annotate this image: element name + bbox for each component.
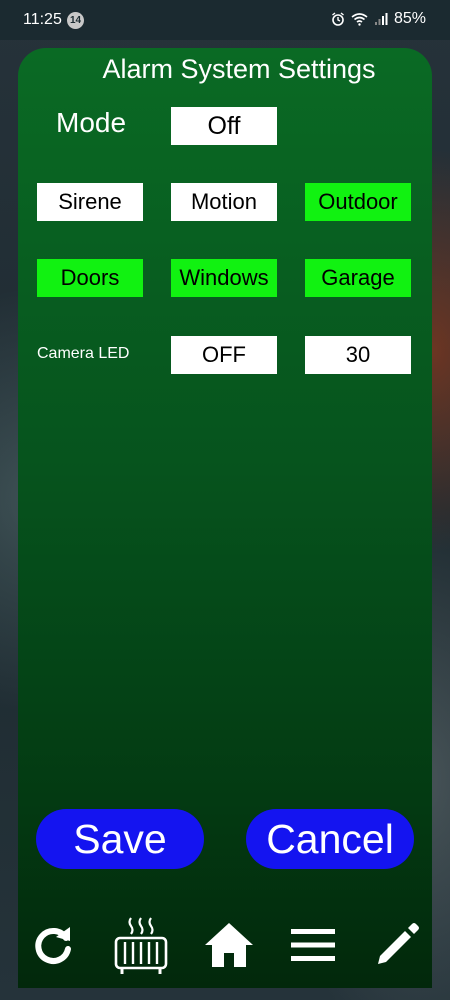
status-bar: 11:25 14 85% [0,0,450,40]
menu-icon [289,926,337,964]
save-button[interactable]: Save [36,809,204,869]
notification-count-badge: 14 [67,12,84,29]
heating-button[interactable] [113,910,169,980]
zone-toggle-doors[interactable]: Doors [37,259,143,297]
edit-button[interactable] [369,910,425,980]
page-title: Alarm System Settings [102,54,376,84]
pencil-icon [372,920,422,970]
zone-toggle-motion[interactable]: Motion [171,183,277,221]
app-screen: 11:25 14 85% Alarm System Settings Mode … [0,0,450,1000]
zone-toggle-sirene[interactable]: Sirene [37,183,143,221]
status-right-group: 85% [331,10,426,28]
settings-panel: Alarm System Settings Mode Off Sirene Mo… [18,48,432,988]
camera-led-value-field[interactable]: 30 [305,336,411,374]
menu-button[interactable] [285,910,341,980]
alarm-clock-icon [331,12,345,26]
refresh-icon [30,922,76,968]
zone-toggle-garage[interactable]: Garage [305,259,411,297]
signal-icon [374,12,388,26]
refresh-button[interactable] [25,910,81,980]
camera-led-label: Camera LED [37,345,130,362]
radiator-icon [112,914,170,976]
bottom-nav [0,910,450,982]
camera-led-toggle[interactable]: OFF [171,336,277,374]
mode-selector[interactable]: Off [171,107,277,145]
wifi-icon [351,12,368,26]
home-button[interactable] [201,910,257,980]
battery-percent: 85% [393,10,426,27]
zone-toggle-outdoor[interactable]: Outdoor [305,183,411,221]
cancel-button[interactable]: Cancel [246,809,414,869]
zone-toggle-windows[interactable]: Windows [171,259,277,297]
mode-label: Mode [56,107,127,138]
status-time: 11:25 [23,11,62,28]
home-icon [203,921,255,969]
